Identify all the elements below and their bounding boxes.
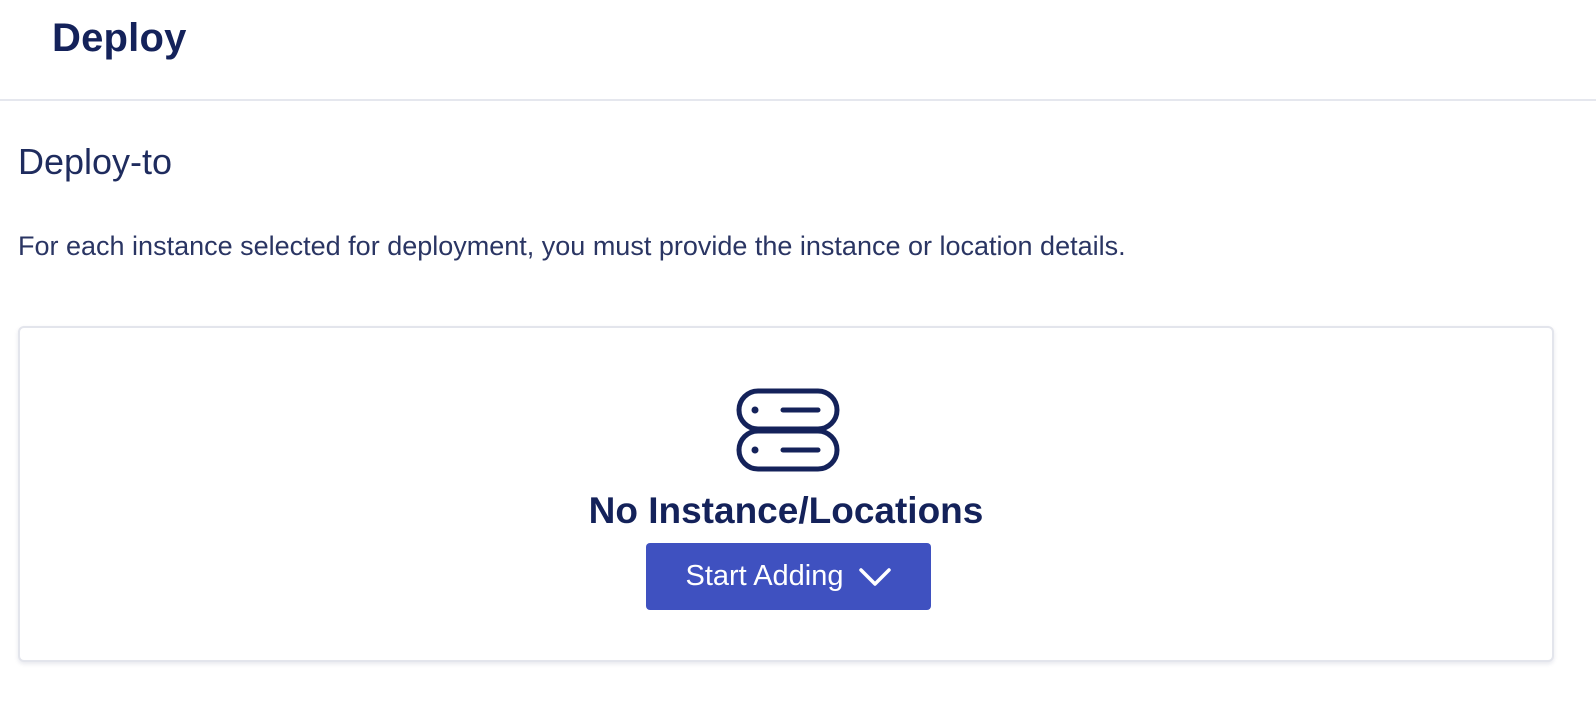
section-title: Deploy-to bbox=[18, 141, 173, 182]
page-header: Deploy bbox=[0, 0, 1596, 101]
section-description: For each instance selected for deploymen… bbox=[18, 231, 1126, 261]
empty-state-card: No Instance/Locations Start Adding bbox=[18, 326, 1554, 662]
chevron-down-icon bbox=[858, 567, 891, 586]
page-title: Deploy bbox=[52, 16, 187, 60]
server-stack-icon bbox=[736, 388, 840, 472]
start-adding-button[interactable]: Start Adding bbox=[646, 543, 931, 610]
start-adding-label: Start Adding bbox=[685, 560, 844, 592]
empty-state-title: No Instance/Locations bbox=[588, 490, 984, 531]
